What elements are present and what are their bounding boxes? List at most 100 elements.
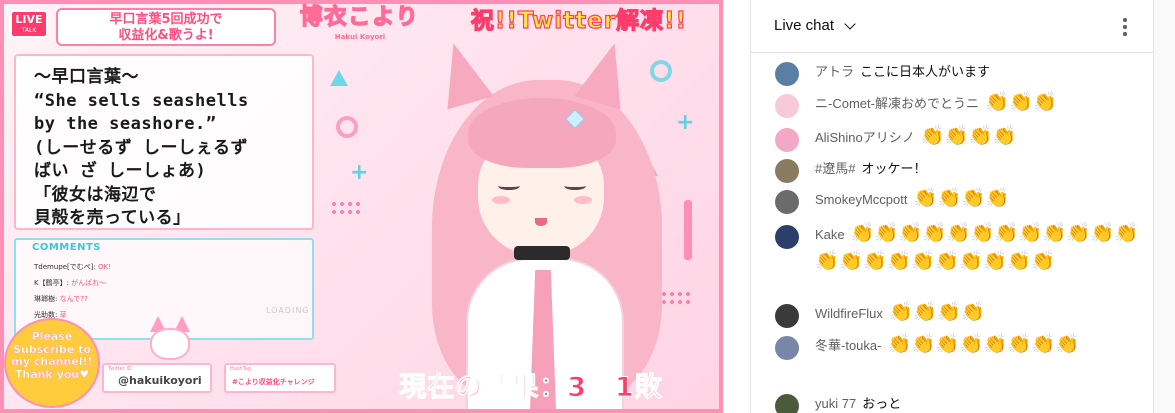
- clapping-hands-icon: 👏: [961, 188, 986, 209]
- clapping-hands-icon: 👏: [1018, 223, 1043, 244]
- tongue-twister-panel: 〜早口言葉〜 “She sells seashells by the seash…: [14, 54, 314, 230]
- clapping-hands-icon: 👏: [1031, 251, 1055, 272]
- cat-ear-right: [574, 36, 638, 110]
- clapping-hands-icon: 👏: [911, 334, 936, 355]
- chat-message-body: yuki 77 おっと: [815, 390, 1145, 413]
- clapping-hands-icon: 👏: [959, 251, 983, 272]
- chat-author-name[interactable]: AliShinoアリシノ: [815, 130, 915, 145]
- chat-author-name[interactable]: アトラ: [815, 64, 854, 79]
- clapping-hands-icon: 👏: [922, 223, 947, 244]
- dots-decoration: [330, 200, 360, 218]
- blush-left: [492, 196, 510, 204]
- video-player[interactable]: + + + LIVE TALK 早口言葉5回成功で 収益化&歌うよ! 博衣こより…: [0, 0, 723, 413]
- chat-message-body: #遼馬# オッケー！: [815, 155, 1145, 183]
- subscribe-line: Please: [31, 330, 73, 343]
- chat-message-body: ニ-Comet-解凍おめでとうニ 👏👏👏: [815, 90, 1145, 118]
- stream-topic-banner: 早口言葉5回成功で 収益化&歌うよ!: [56, 8, 276, 46]
- clapping-hands-icon: 👏: [935, 251, 959, 272]
- avatar[interactable]: [775, 225, 799, 249]
- clapping-hands-icon: 👏: [1033, 92, 1057, 113]
- clapping-hands-icon: 👏: [887, 251, 911, 272]
- clapping-hands-icon: 👏: [1042, 223, 1067, 244]
- plus-decoration: +: [350, 160, 369, 185]
- chat-message-body: Kake 👏👏👏👏👏👏👏👏👏👏👏👏👏👏👏👏👏👏👏👏👏👏: [815, 221, 1145, 277]
- screen: + + + LIVE TALK 早口言葉5回成功で 収益化&歌うよ! 博衣こより…: [0, 0, 1175, 413]
- clapping-hands-icon: 👏: [874, 223, 899, 244]
- clapping-hands-icon: 👏: [920, 126, 945, 147]
- chat-author-name[interactable]: #遼馬#: [815, 161, 855, 176]
- chat-message-body: 冬華-touka- 👏👏👏👏👏👏👏👏: [815, 332, 1145, 360]
- chat-author-name[interactable]: SmokeyMccpott: [815, 192, 907, 207]
- chat-author-name[interactable]: 冬華-touka-: [815, 338, 881, 353]
- clapping-hands-icon: 👏: [889, 302, 913, 323]
- cat-ear-left: [430, 36, 494, 110]
- live-talk-badge: LIVE TALK: [10, 10, 48, 38]
- clapping-hands-icon: 👏: [937, 302, 961, 323]
- clapping-hands-icon: 👏: [970, 223, 995, 244]
- live-chat-panel: Live chat アトラ ここに日本人がいますニ-Comet-解凍おめでとうニ 👏…: [750, 0, 1154, 413]
- clapping-hands-icon: 👏: [1031, 334, 1056, 355]
- clapping-hands-icon: 👏: [839, 251, 863, 272]
- clapping-hands-icon: 👏: [815, 251, 839, 272]
- triangle-decoration: [330, 70, 348, 86]
- chat-message-body: アトラ ここに日本人がいます: [815, 58, 1145, 86]
- character-bangs: [468, 98, 616, 168]
- chevron-down-icon[interactable]: [844, 18, 856, 30]
- character-collar: [514, 246, 570, 260]
- avatar[interactable]: [775, 159, 799, 183]
- clapping-hands-icon: 👏: [1090, 223, 1115, 244]
- tongue-twister-line: 〜早口言葉〜: [34, 67, 139, 87]
- clapping-hands-icon: 👏: [1009, 92, 1033, 113]
- avatar[interactable]: [775, 304, 799, 328]
- chat-author-name[interactable]: ニ-Comet-解凍おめでとうニ: [815, 96, 979, 111]
- clapping-hands-icon: 👏: [985, 92, 1009, 113]
- chat-author-name[interactable]: yuki 77: [815, 396, 856, 411]
- blush-right: [574, 196, 592, 204]
- clapping-hands-icon: 👏: [961, 302, 985, 323]
- topic-line-2: 収益化&歌うよ!: [118, 28, 214, 43]
- subscribe-badge: Please Subscribe to my channel!! Thank y…: [4, 318, 100, 408]
- subscribe-line: Thank you♥: [14, 367, 90, 381]
- clapping-hands-icon: 👏: [992, 126, 1017, 147]
- ring-decoration: [336, 116, 358, 138]
- twitter-id-caption: Twitter ID: [108, 366, 132, 372]
- avatar[interactable]: [775, 336, 799, 360]
- clapping-hands-icon: 👏: [1114, 223, 1139, 244]
- celebration-headline: 祝!!Twitter解凍!!: [470, 7, 688, 34]
- tongue-twister-line: (しーせるず しーしぇるず: [34, 137, 248, 158]
- more-vert-icon[interactable]: [1119, 17, 1131, 37]
- overlay-comment: Tdemupe[でむぺ]: OK!: [34, 263, 111, 271]
- clapping-hands-icon: 👏: [944, 126, 969, 147]
- challenge-result-text: 現在の結果：3勝1敗: [399, 372, 663, 404]
- avatar[interactable]: [775, 128, 799, 152]
- logo-title: 博衣こより: [299, 4, 420, 31]
- chat-message-text: オッケー！: [861, 161, 927, 176]
- clapping-hands-icon: 👏: [887, 334, 912, 355]
- hashtag-box: HashTag #こより収益化チャレンジ: [224, 363, 336, 393]
- avatar[interactable]: [775, 394, 799, 413]
- clapping-hands-icon: 👏: [985, 188, 1010, 209]
- tongue-twister-line: “She sells seashells: [34, 90, 249, 111]
- twitter-id-value: @hakuikoyori: [118, 374, 202, 387]
- clapping-hands-icon: 👏: [983, 251, 1007, 272]
- chat-author-name[interactable]: Kake: [815, 227, 845, 242]
- clapping-hands-icon: 👏: [863, 251, 887, 272]
- chat-message-body: SmokeyMccpott 👏👏👏👏: [815, 186, 1145, 214]
- chat-message-text: おっと: [862, 396, 902, 411]
- chat-author-name[interactable]: WildfireFlux: [815, 306, 883, 321]
- topic-line-1: 早口言葉5回成功で: [109, 12, 223, 27]
- avatar[interactable]: [775, 94, 799, 118]
- avatar[interactable]: [775, 190, 799, 214]
- hashtag-caption: HashTag: [230, 366, 252, 372]
- clapping-hands-icon: 👏: [913, 188, 938, 209]
- clapping-hands-icon: 👏: [1007, 251, 1031, 272]
- chat-mode-dropdown[interactable]: Live chat: [774, 17, 834, 34]
- chat-message-body: AliShinoアリシノ 👏👏👏👏: [815, 124, 1145, 152]
- clapping-hands-icon: 👏: [850, 223, 875, 244]
- twitter-id-box: Twitter ID @hakuikoyori: [102, 363, 212, 393]
- clapping-hands-icon: 👏: [959, 334, 984, 355]
- clapping-hands-icon: 👏: [968, 126, 993, 147]
- avatar[interactable]: [775, 62, 799, 86]
- tongue-twister-line: 「彼女は海辺で: [34, 184, 157, 205]
- chat-title-label: Live chat: [774, 17, 835, 34]
